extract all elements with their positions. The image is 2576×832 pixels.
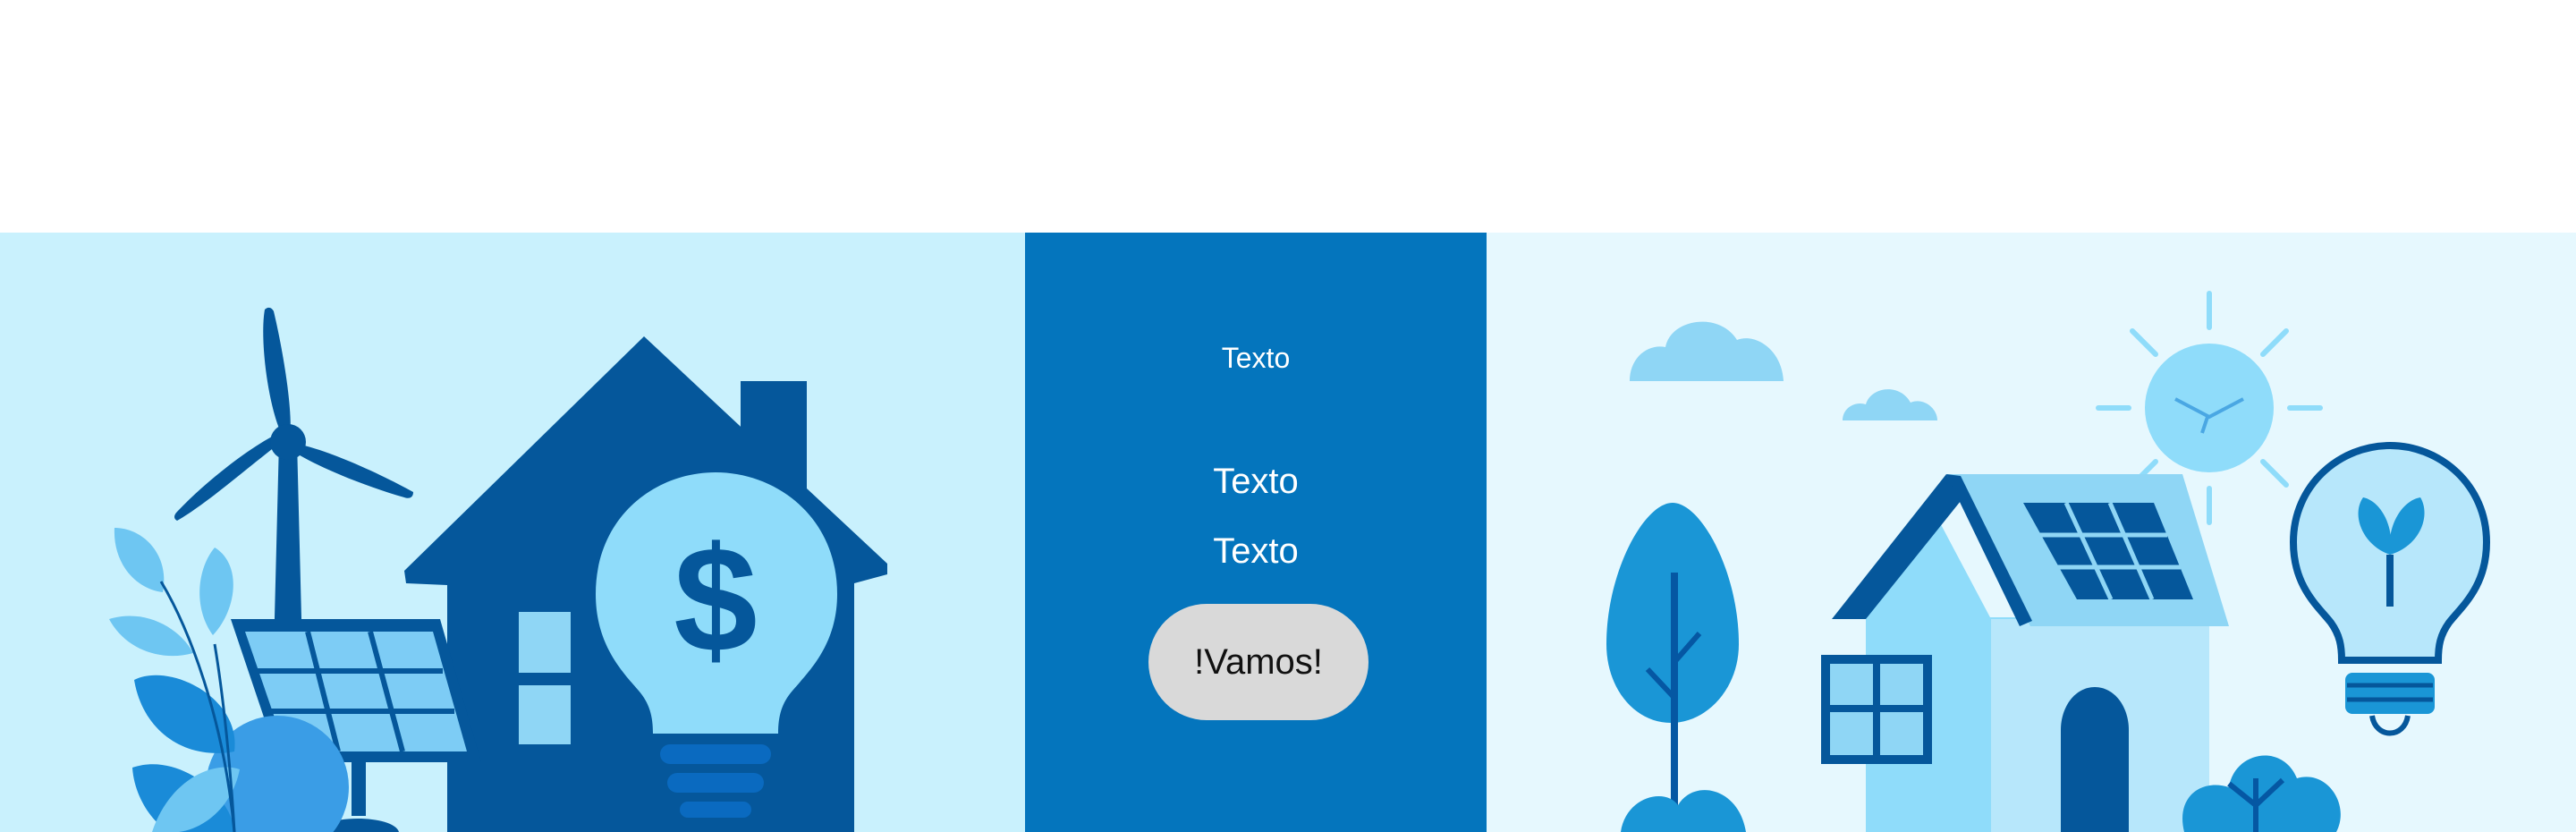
right-illustration bbox=[1487, 233, 2576, 832]
right-illustration-svg bbox=[1606, 291, 2491, 832]
top-whitespace bbox=[0, 0, 2576, 233]
vamos-button[interactable]: !Vamos! bbox=[1148, 604, 1368, 720]
hero-band: $ Texto Texto Texto !Vamos! bbox=[0, 233, 2576, 832]
text-primary: Texto bbox=[1213, 462, 1299, 501]
left-illustration-svg: $ bbox=[109, 307, 887, 832]
cta-panel: Texto Texto Texto !Vamos! bbox=[1025, 233, 1487, 832]
text-small: Texto bbox=[1221, 342, 1291, 374]
tree-icon bbox=[1606, 503, 1746, 832]
cloud-icon bbox=[1630, 321, 1937, 420]
text-secondary: Texto bbox=[1213, 531, 1299, 571]
house-solar-icon bbox=[1821, 474, 2229, 832]
lightbulb-leaf-icon bbox=[2289, 441, 2491, 736]
dollar-sign: $ bbox=[674, 515, 757, 683]
left-illustration: $ bbox=[0, 233, 1025, 832]
